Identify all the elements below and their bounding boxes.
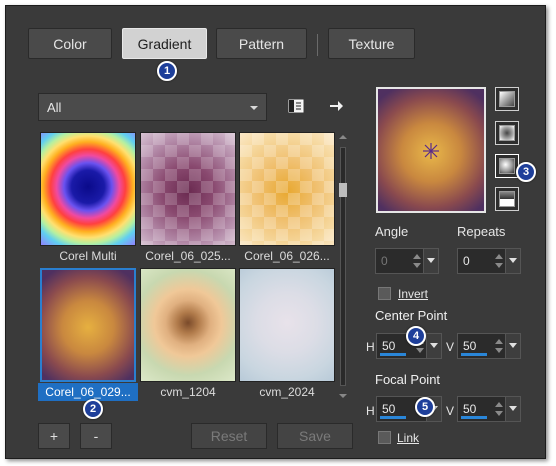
gradient-swatch-cvm-2024[interactable]: cvm_2024 [239,268,335,399]
gradient-caption: Corel_06_026... [244,249,330,263]
focal-v-label: V [446,404,455,418]
callout-badge-2: 2 [83,399,103,419]
center-v-value: 50 [463,339,477,353]
gradient-preview-image [140,268,236,382]
chevron-down-icon[interactable] [505,334,520,358]
gradient-swatch-cvm-1204[interactable]: cvm_1204 [140,268,236,399]
callout-badge-3: 3 [516,162,536,182]
scroll-thumb[interactable] [339,183,347,197]
arrow-right-icon[interactable] [326,96,346,116]
gradient-preview-image [40,132,136,246]
center-h-value: 50 [382,339,396,353]
tab-pattern[interactable]: Pattern [216,28,307,59]
link-checkbox[interactable] [378,431,391,444]
spin-arrows-icon[interactable] [494,252,504,270]
tab-divider [317,34,318,56]
center-v-label: V [446,340,455,354]
link-label[interactable]: Link [397,431,419,445]
chevron-down-icon[interactable] [423,249,438,273]
linear-style-icon [499,91,515,107]
callout-badge-5: 5 [415,397,435,417]
spin-arrows-icon[interactable] [494,400,504,418]
swatch-scrollbar[interactable] [337,131,349,402]
invert-checkbox[interactable] [378,287,391,300]
repeats-label: Repeats [457,224,506,239]
focal-v-spinner[interactable]: 50 [457,396,521,422]
center-v-spinner[interactable]: 50 [457,333,521,359]
rectangular-style-button[interactable] [495,121,519,145]
spin-arrows-icon[interactable] [494,337,504,355]
radial-style-icon [499,191,515,207]
category-dropdown-value: All [47,99,62,115]
gradient-caption: Corel Multi [59,249,117,263]
focal-h-label: H [366,404,375,418]
remove-swatch-button[interactable]: - [80,423,112,449]
tab-texture[interactable]: Texture [328,28,415,59]
gradient-preview-image [239,132,335,246]
tab-gradient[interactable]: Gradient [122,28,207,59]
gradient-caption: cvm_1204 [160,385,216,399]
spin-arrows-icon[interactable] [412,252,422,270]
linear-style-button[interactable] [495,87,519,111]
gradient-swatch-corel-multi[interactable]: Corel Multi [40,132,136,263]
angle-value: 0 [381,254,388,268]
chevron-down-icon[interactable] [426,334,441,358]
scroll-down-icon[interactable] [339,394,347,398]
chevron-down-icon [250,106,258,110]
gradient-swatch-corel-06-029[interactable]: Corel_06_029... [38,268,138,401]
invert-label[interactable]: Invert [398,287,428,301]
focal-h-slider-fill [380,416,406,419]
focal-v-slider-fill [461,416,487,419]
center-h-slider-fill [380,353,406,356]
add-swatch-button[interactable]: + [38,423,70,449]
callout-badge-1: 1 [157,61,177,81]
center-v-slider-fill [461,353,487,356]
library-icon[interactable] [286,96,306,116]
gradient-caption: Corel_06_025... [145,249,231,263]
angle-spinner[interactable]: 0 [375,248,439,274]
gradient-preview-image [239,268,335,382]
focal-h-value: 50 [382,402,396,416]
gradient-preview[interactable] [376,87,486,213]
focal-v-value: 50 [463,402,477,416]
focal-point-label: Focal Point [375,372,441,387]
callout-badge-4: 4 [406,326,426,346]
gradient-preview-image [140,132,236,246]
gradient-swatch-corel-06-026[interactable]: Corel_06_026... [239,132,335,263]
center-point-label: Center Point [375,308,448,323]
reset-button[interactable]: Reset [191,423,267,449]
gradient-caption: cvm_2024 [259,385,315,399]
repeats-spinner[interactable]: 0 [457,248,521,274]
gradient-preview-image [40,268,136,382]
scroll-up-icon[interactable] [339,135,347,139]
radial-style-button[interactable] [495,187,519,211]
gradient-swatch-corel-06-025[interactable]: Corel_06_025... [140,132,236,263]
center-h-label: H [366,340,375,354]
chevron-down-icon[interactable] [505,249,520,273]
repeats-value: 0 [463,254,470,268]
center-crosshair-icon[interactable] [378,89,484,211]
gradient-caption: Corel_06_029... [38,383,138,401]
save-button[interactable]: Save [277,423,353,449]
rectangular-style-icon [499,125,515,141]
category-dropdown[interactable]: All [38,93,267,121]
chevron-down-icon[interactable] [505,397,520,421]
angle-label: Angle [375,224,409,239]
sunburst-style-icon [499,158,515,174]
tab-color[interactable]: Color [28,28,112,59]
